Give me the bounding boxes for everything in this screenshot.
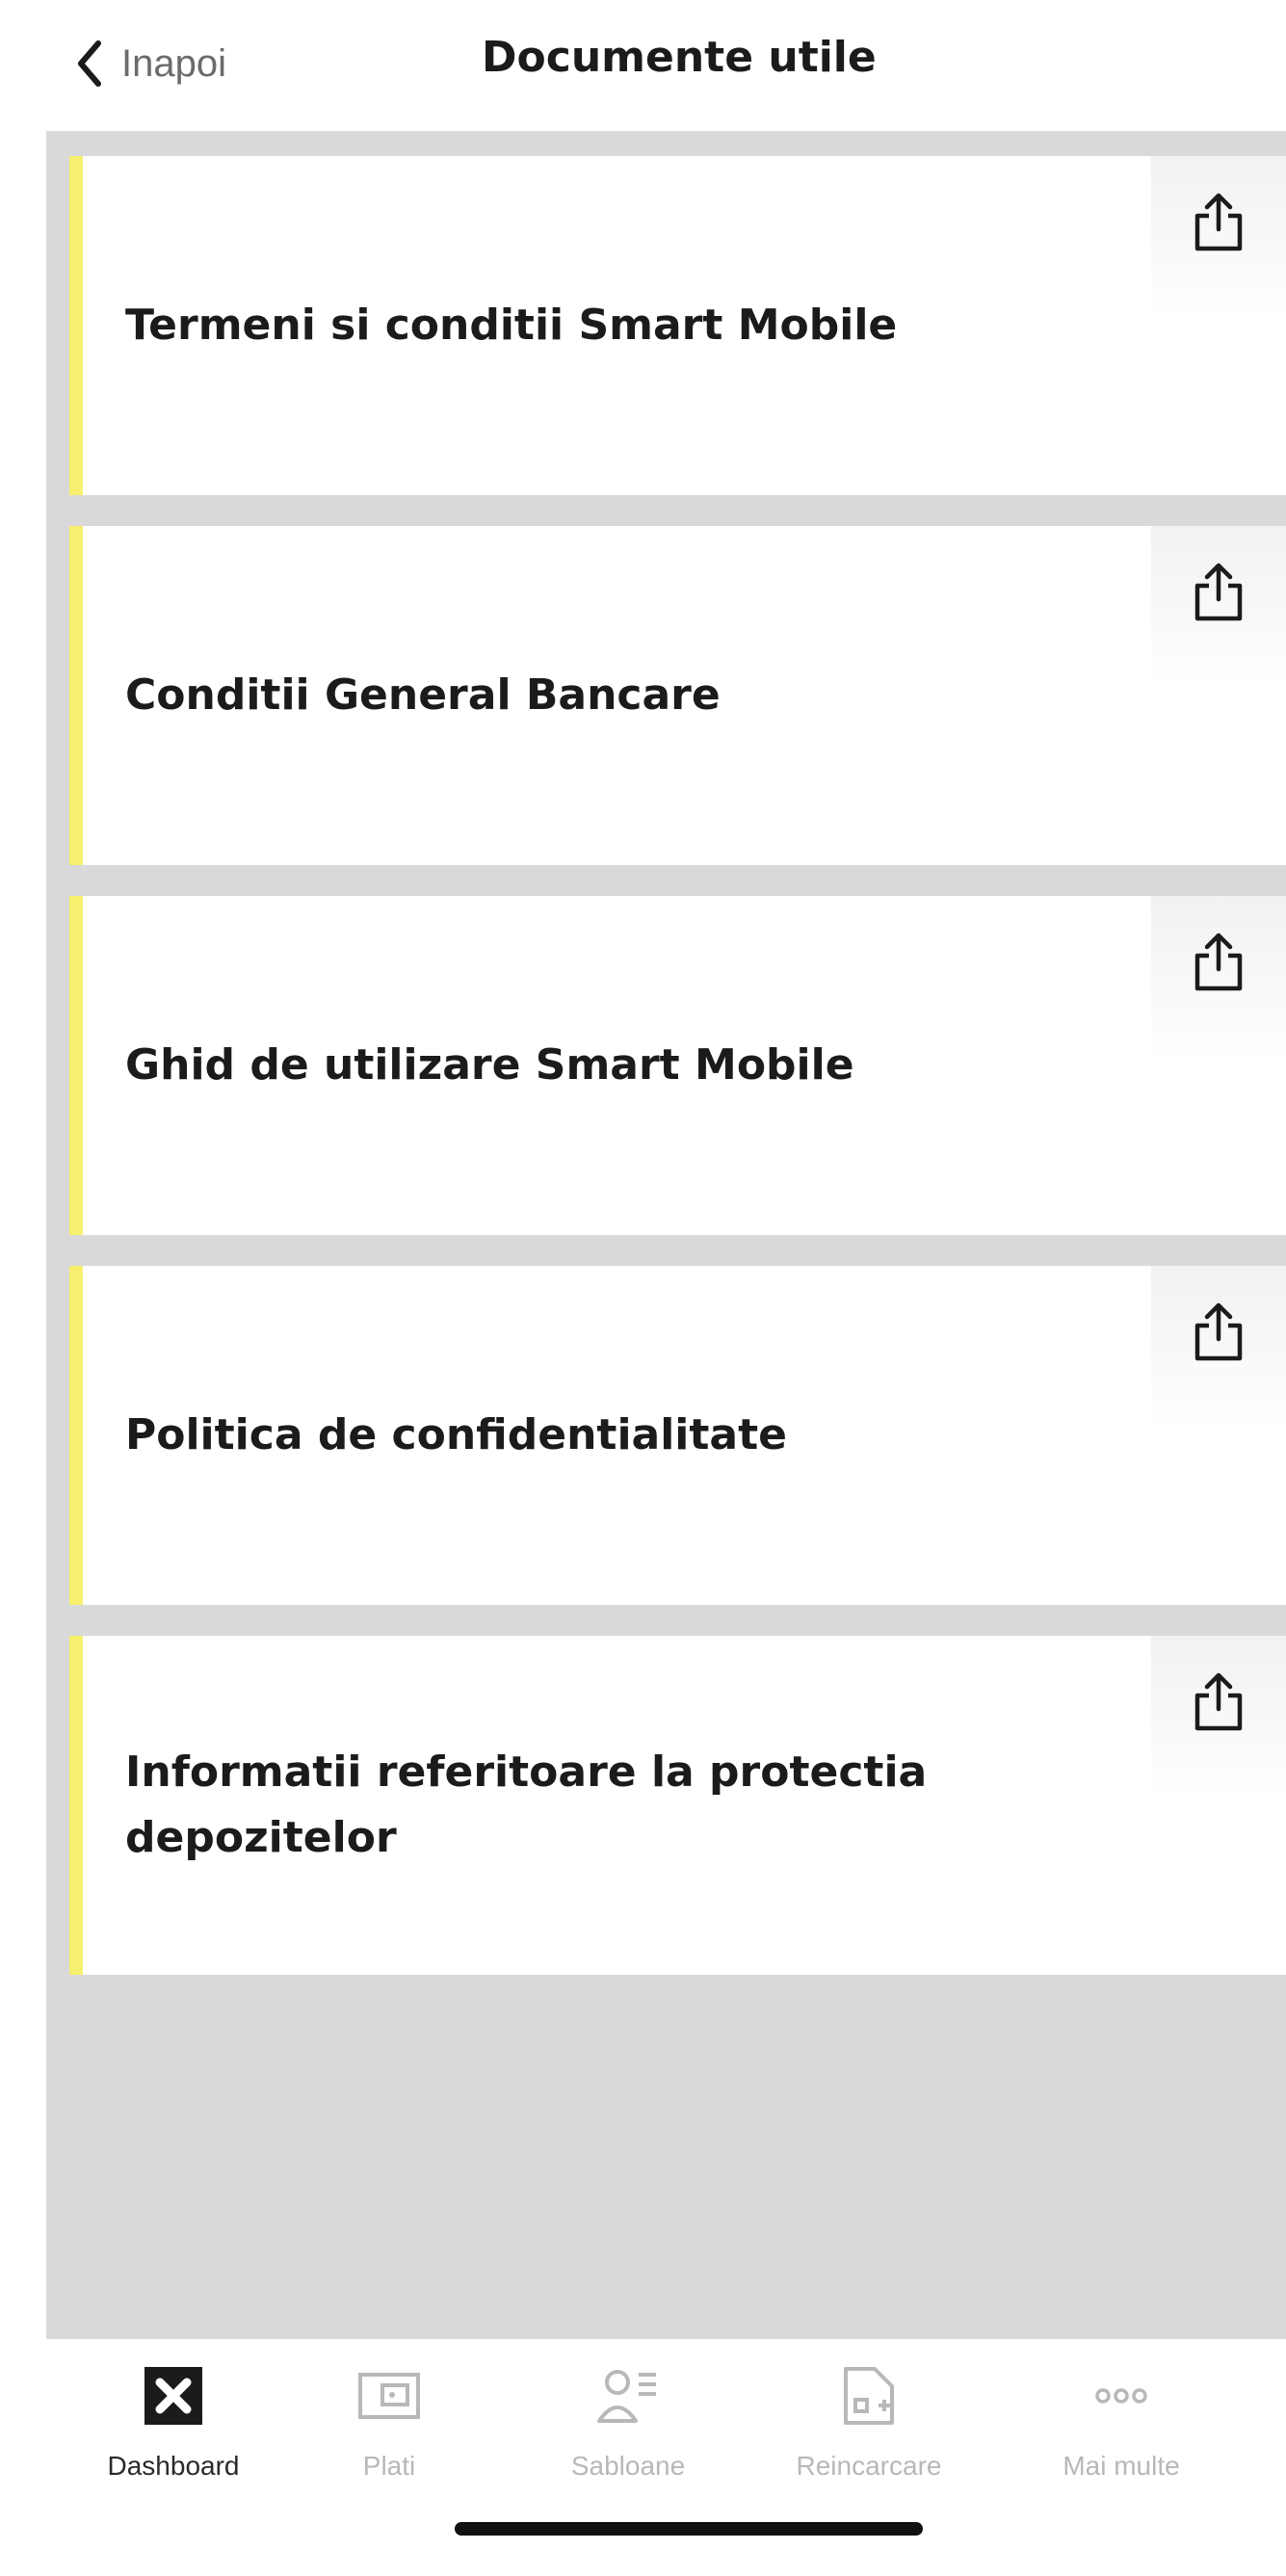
bottom-tab-bar: Dashboard Plati Sabloane Reincarcare Mai…	[46, 2339, 1286, 2576]
document-list: Termeni si conditii Smart Mobile Conditi…	[46, 131, 1286, 2339]
share-button[interactable]	[1151, 156, 1286, 318]
document-title: Informatii referitoare la protectia depo…	[125, 1747, 928, 1862]
tab-mai-multe[interactable]: Mai multe	[1015, 2364, 1227, 2482]
share-icon	[1194, 561, 1244, 626]
share-button[interactable]	[1151, 526, 1286, 688]
chevron-left-icon	[69, 29, 108, 98]
document-title: Politica de confidentialitate	[125, 1409, 787, 1459]
document-title: Termeni si conditii Smart Mobile	[125, 300, 898, 350]
back-button[interactable]: Inapoi	[69, 29, 226, 98]
document-title: Conditii General Bancare	[125, 670, 721, 720]
share-button[interactable]	[1151, 1266, 1286, 1428]
share-button[interactable]	[1151, 896, 1286, 1058]
document-card[interactable]: Termeni si conditii Smart Mobile	[69, 156, 1286, 495]
share-icon	[1194, 191, 1244, 256]
tab-label: Dashboard	[107, 2451, 240, 2481]
document-card[interactable]: Conditii General Bancare	[69, 526, 1286, 865]
dashboard-icon	[142, 2364, 205, 2428]
tab-plati[interactable]: Plati	[283, 2364, 495, 2482]
tab-label: Mai multe	[1063, 2451, 1180, 2481]
share-icon	[1194, 1670, 1244, 1736]
share-icon	[1194, 931, 1244, 996]
tab-sabloane[interactable]: Sabloane	[522, 2364, 734, 2482]
wallet-icon	[357, 2364, 421, 2428]
home-indicator	[455, 2522, 923, 2536]
tab-label: Plati	[362, 2451, 416, 2481]
recharge-icon	[837, 2364, 901, 2428]
document-title: Ghid de utilizare Smart Mobile	[125, 1039, 854, 1090]
tab-label: Reincarcare	[796, 2451, 942, 2481]
document-card[interactable]: Politica de confidentialitate	[69, 1266, 1286, 1605]
tab-label: Sabloane	[570, 2451, 686, 2481]
share-button[interactable]	[1151, 1636, 1286, 1798]
tab-reincarcare[interactable]: Reincarcare	[763, 2364, 975, 2482]
document-card[interactable]: Ghid de utilizare Smart Mobile	[69, 896, 1286, 1235]
tab-dashboard[interactable]: Dashboard	[67, 2364, 279, 2482]
templates-icon	[596, 2364, 660, 2428]
page-title: Documente utile	[482, 33, 877, 82]
back-label: Inapoi	[121, 41, 226, 85]
more-icon	[1089, 2364, 1153, 2428]
document-card[interactable]: Informatii referitoare la protectia depo…	[69, 1636, 1286, 1975]
header: Inapoi Documente utile	[0, 0, 1286, 131]
share-icon	[1194, 1301, 1244, 1366]
